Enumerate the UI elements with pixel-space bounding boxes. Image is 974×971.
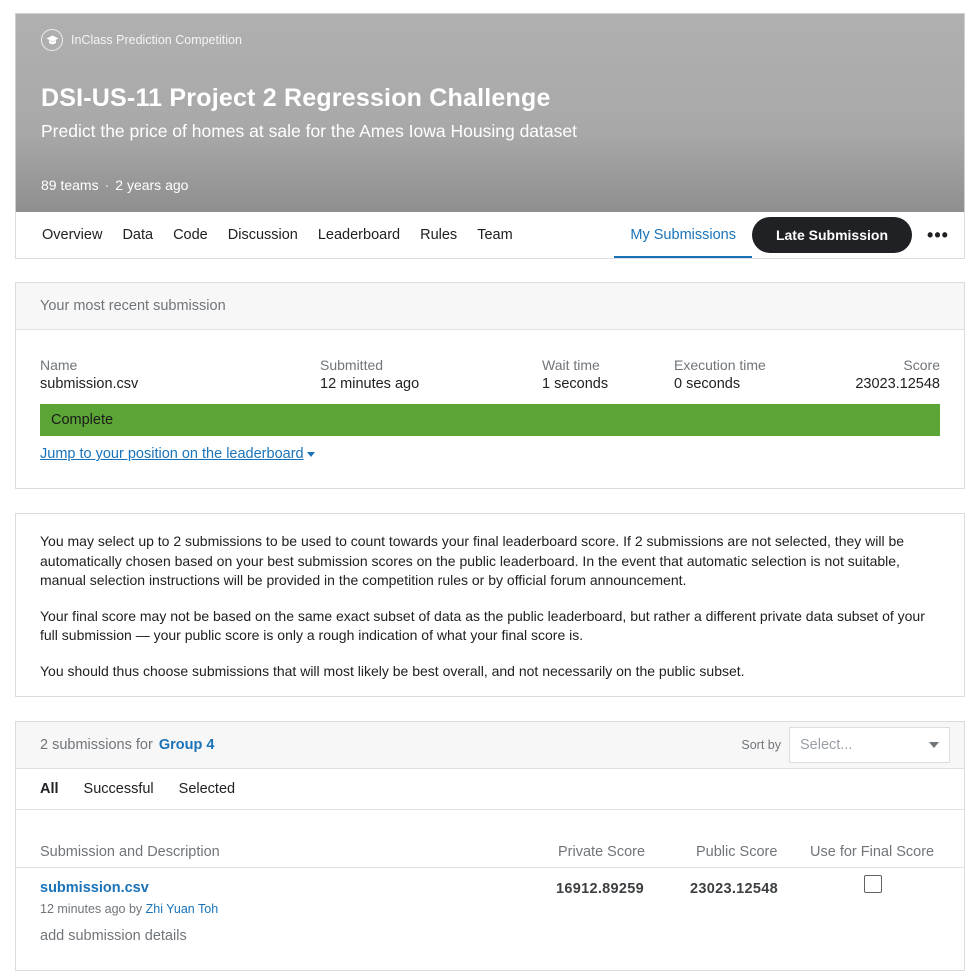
recent-submission-details: Name submission.csv Submitted 12 minutes…	[40, 357, 940, 397]
tab-overview[interactable]: Overview	[16, 212, 112, 258]
submissions-table-header: Submission and Description Private Score…	[16, 810, 964, 868]
wait-time-label: Wait time	[542, 357, 600, 373]
submission-meta: 12 minutes ago by Zhi Yuan Toh	[40, 902, 218, 916]
recent-submission-card: Your most recent submission Name submiss…	[15, 282, 965, 489]
submissions-header: 2 submissions for Group 4 Sort by Select…	[16, 722, 964, 769]
final-score-info-card: You may select up to 2 submissions to be…	[15, 513, 965, 697]
execution-time-column: Execution time 0 seconds	[674, 357, 766, 392]
graduation-cap-icon-svg	[46, 35, 58, 44]
late-submission-button[interactable]: Late Submission	[751, 217, 912, 253]
filter-all[interactable]: All	[40, 781, 59, 797]
competition-meta: 89 teams · 2 years ago	[41, 177, 188, 193]
execution-time-label: Execution time	[674, 357, 766, 373]
score-column: Score 23023.12548	[855, 357, 940, 392]
final-score-checkbox[interactable]	[864, 875, 882, 893]
name-column: Name submission.csv	[40, 357, 138, 392]
competition-age: 2 years ago	[115, 177, 189, 193]
tab-my-submissions[interactable]: My Submissions	[614, 212, 752, 258]
status-bar: Complete	[40, 404, 940, 436]
col-desc-header: Submission and Description	[40, 844, 220, 860]
chevron-down-icon	[929, 742, 939, 748]
submitter-link[interactable]: Zhi Yuan Toh	[146, 902, 219, 916]
filter-selected[interactable]: Selected	[179, 781, 235, 797]
tab-leaderboard[interactable]: Leaderboard	[308, 212, 410, 258]
team-count: 89 teams	[41, 177, 99, 193]
public-score: 23023.12548	[690, 881, 778, 897]
submission-time: 12 minutes ago by	[40, 902, 143, 916]
tab-data[interactable]: Data	[112, 212, 163, 258]
sort-label: Sort by	[741, 738, 781, 752]
name-value: submission.csv	[40, 376, 139, 392]
caret-down-icon	[306, 451, 315, 457]
submissions-card: 2 submissions for Group 4 Sort by Select…	[15, 721, 965, 971]
info-paragraph-choose: You should thus choose submissions that …	[40, 662, 745, 679]
jump-to-leaderboard-link[interactable]: Jump to your position on the leaderboard	[40, 446, 315, 462]
submitted-column: Submitted 12 minutes ago	[320, 357, 419, 392]
sort-placeholder: Select...	[800, 737, 853, 753]
tab-code[interactable]: Code	[163, 212, 218, 258]
tab-rules[interactable]: Rules	[410, 212, 467, 258]
add-details-link[interactable]: add submission details	[40, 928, 187, 944]
jump-link-label: Jump to your position on the leaderboard	[40, 446, 304, 462]
submission-filters: All Successful Selected	[16, 769, 964, 810]
sort-select[interactable]: Select...	[789, 727, 950, 763]
wait-time-value: 1 seconds	[542, 376, 609, 392]
wait-time-column: Wait time 1 seconds	[542, 357, 608, 392]
submissions-count: 2 submissions for	[40, 737, 153, 753]
tab-team[interactable]: Team	[467, 212, 522, 258]
team-link[interactable]: Group 4	[159, 737, 215, 753]
competition-header: InClass Prediction Competition DSI-US-11…	[15, 13, 965, 213]
info-paragraph-private: Your final score may not be based on the…	[40, 607, 925, 644]
badge-label: InClass Prediction Competition	[71, 33, 242, 47]
col-private-header: Private Score	[558, 844, 646, 860]
meta-separator: ·	[104, 177, 110, 193]
competition-type-badge: InClass Prediction Competition	[41, 29, 242, 51]
recent-submission-header: Your most recent submission	[16, 283, 964, 330]
competition-title: DSI-US-11 Project 2 Regression Challenge	[41, 84, 551, 112]
col-public-header: Public Score	[696, 844, 778, 860]
competition-nav: Overview Data Code Discussion Leaderboar…	[15, 212, 965, 259]
tab-discussion[interactable]: Discussion	[218, 212, 308, 258]
competition-subtitle: Predict the price of homes at sale for t…	[41, 121, 577, 141]
submission-file-link[interactable]: submission.csv	[40, 880, 149, 896]
col-final-header: Use for Final Score	[810, 844, 935, 860]
info-paragraph-selection: You may select up to 2 submissions to be…	[40, 533, 905, 588]
filter-successful[interactable]: Successful	[84, 781, 154, 797]
table-row: submission.csv 12 minutes ago by Zhi Yua…	[16, 868, 964, 968]
score-value: 23023.12548	[855, 376, 940, 392]
more-options-icon[interactable]: •••	[912, 225, 964, 246]
execution-time-value: 0 seconds	[674, 376, 741, 392]
submitted-value: 12 minutes ago	[320, 376, 420, 392]
name-label: Name	[40, 357, 78, 373]
score-label: Score	[903, 357, 940, 373]
private-score: 16912.89259	[556, 881, 644, 897]
graduation-cap-icon	[41, 29, 63, 51]
submitted-label: Submitted	[320, 357, 384, 373]
